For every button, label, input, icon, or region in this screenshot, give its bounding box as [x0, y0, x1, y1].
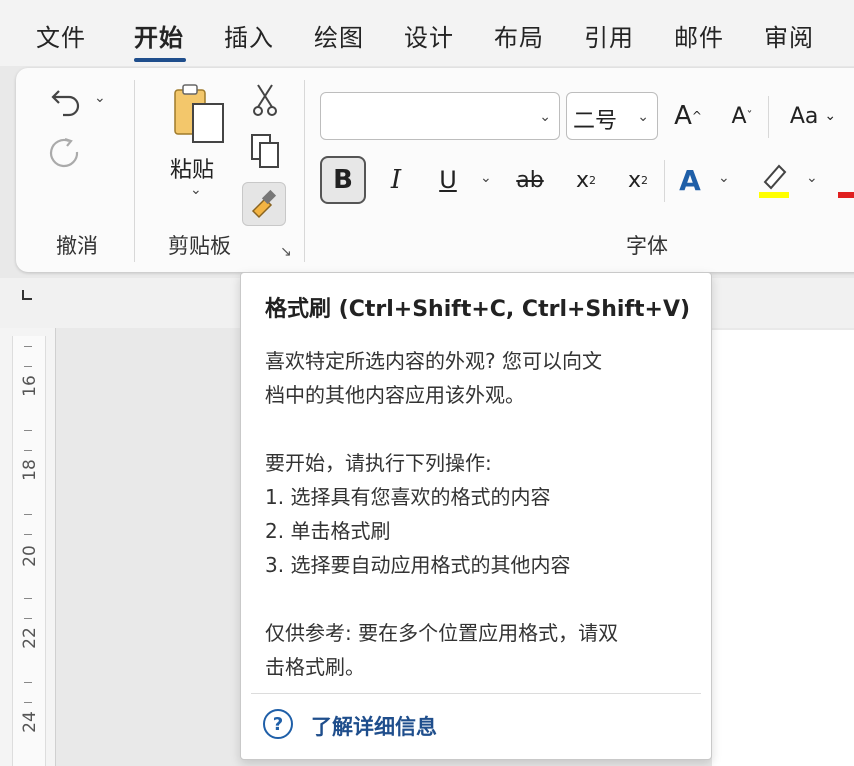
redo-icon[interactable]: [44, 132, 84, 172]
chevron-down-icon: ⌄: [637, 109, 649, 125]
tab-insert[interactable]: 插入: [224, 20, 274, 56]
tooltip-text-line: 喜欢特定所选内容的外观? 您可以向文: [265, 349, 602, 373]
text-effects-button[interactable]: A: [672, 156, 708, 204]
tab-mailings[interactable]: 邮件: [674, 20, 724, 56]
divider: [664, 160, 665, 202]
tooltip-text-line: 2. 单击格式刷: [265, 519, 391, 543]
shrink-font-label: A: [731, 103, 747, 129]
highlight-dropdown-icon[interactable]: ⌄: [806, 170, 818, 186]
chevron-down-icon: ⌄: [539, 109, 551, 125]
text-effects-label: A: [679, 163, 701, 197]
ruler-tick: [24, 534, 32, 535]
tab-review[interactable]: 审阅: [764, 20, 814, 56]
tooltip-divider: [251, 693, 701, 694]
tooltip-text-line: 击格式刷。: [265, 655, 365, 679]
change-case-button[interactable]: Aa ⌄: [778, 92, 848, 140]
format-painter-icon[interactable]: [242, 182, 286, 226]
format-painter-tooltip: 格式刷 (Ctrl+Shift+C, Ctrl+Shift+V) 喜欢特定所选内…: [240, 272, 712, 760]
tooltip-text-line: 3. 选择要自动应用格式的其他内容: [265, 553, 571, 577]
superscript-button[interactable]: x2: [620, 156, 656, 204]
ruler-number: 20: [20, 545, 40, 567]
ruler-tick: [24, 430, 32, 431]
subscript-label: x: [575, 167, 590, 193]
font-size-combo[interactable]: 二号 ⌄: [566, 92, 658, 140]
ruler-tick: [24, 702, 32, 703]
underline-dropdown-icon[interactable]: ⌄: [480, 170, 492, 186]
ruler-number: 16: [20, 375, 40, 397]
ribbon-panel: ⌄ 撤消 粘贴 ⌄ 剪贴板 ↘ ⌄ 二号 ⌄ A ^ Aˇ Aa ⌄ B I U…: [16, 68, 854, 272]
ruler-tick: [24, 346, 32, 347]
shrink-font-button[interactable]: Aˇ: [722, 92, 762, 140]
bold-label: B: [333, 165, 353, 195]
italic-button[interactable]: I: [378, 156, 414, 204]
ruler-tick: [24, 366, 32, 367]
tab-stop-selector-icon[interactable]: [22, 290, 32, 300]
ruler-tick: [24, 618, 32, 619]
tooltip-text-line: 要开始，请执行下列操作:: [265, 451, 492, 475]
grow-font-label: A: [674, 101, 692, 131]
text-effects-dropdown-icon[interactable]: ⌄: [718, 170, 730, 186]
ribbon-tab-bar: 文件 开始 插入 绘图 设计 布局 引用 邮件 审阅: [0, 0, 854, 66]
tab-file[interactable]: 文件: [36, 20, 86, 56]
tab-references[interactable]: 引用: [584, 20, 634, 56]
subscript-two-icon: 2: [589, 173, 597, 187]
superscript-two-icon: 2: [641, 173, 649, 187]
ruler-number: 22: [20, 627, 40, 649]
undo-group-label: 撤消: [56, 234, 98, 258]
strikethrough-button[interactable]: ab: [508, 156, 552, 204]
caret-up-icon: ^: [691, 109, 702, 123]
paste-button-label[interactable]: 粘贴: [170, 152, 214, 184]
subscript-button[interactable]: x2: [568, 156, 604, 204]
undo-dropdown-icon[interactable]: ⌄: [94, 90, 106, 106]
highlight-pen-icon[interactable]: [756, 160, 792, 200]
paste-icon[interactable]: [168, 82, 228, 146]
divider: [768, 96, 769, 138]
tooltip-text-line: 仅供参考: 要在多个位置应用格式，请双: [265, 621, 619, 645]
underline-button[interactable]: U: [432, 156, 464, 204]
active-tab-indicator: [134, 58, 186, 62]
tab-home[interactable]: 开始: [134, 20, 184, 56]
tab-draw[interactable]: 绘图: [314, 20, 364, 56]
group-separator: [134, 80, 135, 262]
undo-icon[interactable]: [46, 80, 86, 120]
ruler-tick: [24, 598, 32, 599]
font-size-value: 二号: [573, 109, 618, 134]
clipboard-launcher-icon[interactable]: ↘: [280, 244, 292, 260]
document-page[interactable]: [712, 330, 854, 766]
tab-layout[interactable]: 布局: [494, 20, 544, 56]
underline-label: U: [439, 166, 457, 194]
bold-button[interactable]: B: [320, 156, 366, 204]
grow-font-button[interactable]: A ^: [668, 92, 708, 140]
copy-icon[interactable]: [248, 132, 282, 170]
tooltip-text-line: 1. 选择具有您喜欢的格式的内容: [265, 485, 551, 509]
tab-design[interactable]: 设计: [404, 20, 454, 56]
tooltip-title: 格式刷 (Ctrl+Shift+C, Ctrl+Shift+V): [265, 297, 691, 322]
ruler-tick: [24, 514, 32, 515]
learn-more-link[interactable]: 了解详细信息: [311, 711, 437, 741]
ruler-number: 18: [20, 459, 40, 481]
italic-label: I: [390, 165, 402, 195]
ruler-tick: [24, 682, 32, 683]
tooltip-text-line: 档中的其他内容应用该外观。: [265, 383, 525, 407]
help-question-icon[interactable]: ?: [263, 709, 293, 739]
superscript-label: x: [627, 167, 642, 193]
strikethrough-label: ab: [516, 167, 544, 193]
font-name-combo[interactable]: ⌄: [320, 92, 560, 140]
group-separator: [304, 80, 305, 262]
cut-icon[interactable]: [248, 82, 282, 118]
change-case-label: Aa: [789, 103, 819, 129]
clipboard-group-label: 剪贴板: [168, 234, 231, 258]
font-group-label: 字体: [626, 234, 668, 258]
caret-down-icon: ˇ: [746, 109, 753, 123]
ruler-number: 24: [20, 711, 40, 733]
paste-dropdown-icon[interactable]: ⌄: [190, 182, 202, 198]
ruler-tick: [24, 450, 32, 451]
chevron-down-icon: ⌄: [824, 108, 837, 124]
font-color-bar[interactable]: [838, 192, 854, 198]
